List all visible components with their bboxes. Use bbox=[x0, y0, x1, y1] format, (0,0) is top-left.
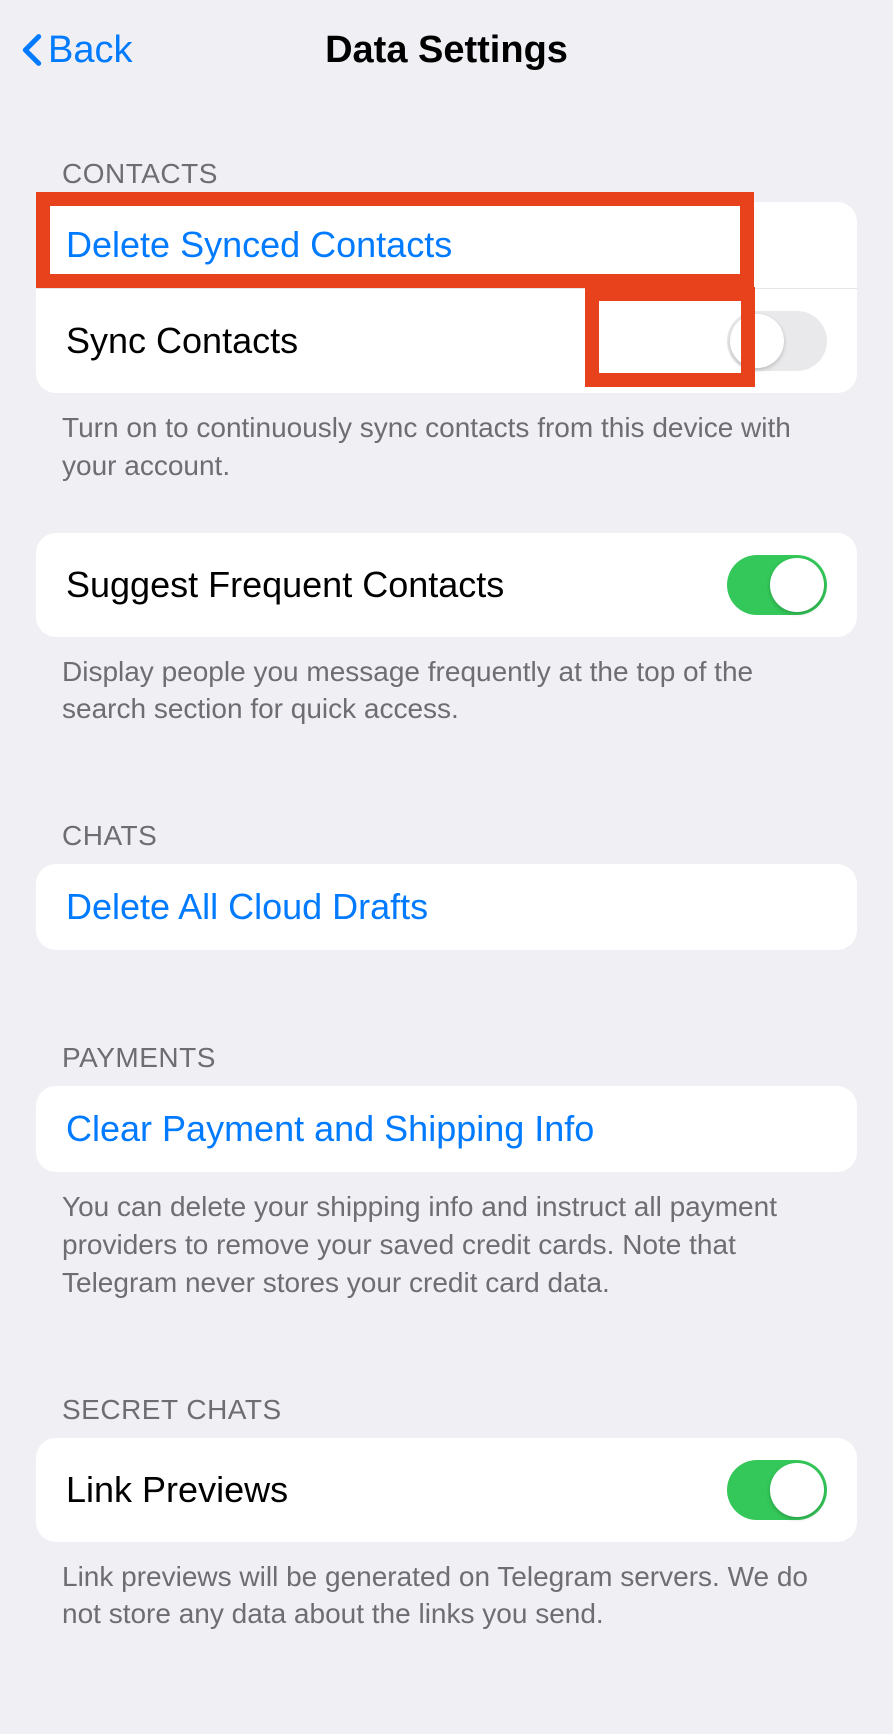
section-header-payments: PAYMENTS bbox=[0, 950, 893, 1086]
group-secret-chats: Link Previews bbox=[36, 1438, 857, 1542]
clear-payment-footer: You can delete your shipping info and in… bbox=[0, 1172, 893, 1301]
section-header-contacts: CONTACTS bbox=[0, 100, 893, 202]
delete-cloud-drafts-row[interactable]: Delete All Cloud Drafts bbox=[36, 864, 857, 950]
delete-synced-contacts-row[interactable]: Delete Synced Contacts bbox=[36, 202, 857, 288]
back-button[interactable]: Back bbox=[20, 29, 132, 72]
sync-contacts-footer: Turn on to continuously sync contacts fr… bbox=[0, 393, 893, 485]
link-previews-label: Link Previews bbox=[66, 1469, 288, 1511]
group-suggest-frequent: Suggest Frequent Contacts bbox=[36, 533, 857, 637]
navigation-bar: Back Data Settings bbox=[0, 0, 893, 100]
group-payments: Clear Payment and Shipping Info bbox=[36, 1086, 857, 1172]
chevron-left-icon bbox=[20, 30, 44, 70]
section-header-secret-chats: SECRET CHATS bbox=[0, 1302, 893, 1438]
clear-payment-label: Clear Payment and Shipping Info bbox=[66, 1108, 594, 1150]
group-contacts-top: Delete Synced Contacts Sync Contacts bbox=[36, 202, 857, 393]
delete-synced-contacts-label: Delete Synced Contacts bbox=[66, 224, 452, 266]
toggle-knob bbox=[730, 314, 784, 368]
link-previews-footer: Link previews will be generated on Teleg… bbox=[0, 1542, 893, 1634]
toggle-knob bbox=[770, 1463, 824, 1517]
suggest-frequent-label: Suggest Frequent Contacts bbox=[66, 564, 504, 606]
clear-payment-row[interactable]: Clear Payment and Shipping Info bbox=[36, 1086, 857, 1172]
group-chats: Delete All Cloud Drafts bbox=[36, 864, 857, 950]
delete-cloud-drafts-label: Delete All Cloud Drafts bbox=[66, 886, 428, 928]
suggest-frequent-toggle[interactable] bbox=[727, 555, 827, 615]
back-label: Back bbox=[48, 29, 132, 72]
sync-contacts-label: Sync Contacts bbox=[66, 320, 298, 362]
sync-contacts-toggle[interactable] bbox=[727, 311, 827, 371]
link-previews-toggle[interactable] bbox=[727, 1460, 827, 1520]
suggest-frequent-footer: Display people you message frequently at… bbox=[0, 637, 893, 729]
suggest-frequent-row: Suggest Frequent Contacts bbox=[36, 533, 857, 637]
link-previews-row: Link Previews bbox=[36, 1438, 857, 1542]
sync-contacts-row: Sync Contacts bbox=[36, 288, 857, 393]
toggle-knob bbox=[770, 558, 824, 612]
page-title: Data Settings bbox=[325, 29, 568, 72]
section-header-chats: CHATS bbox=[0, 728, 893, 864]
